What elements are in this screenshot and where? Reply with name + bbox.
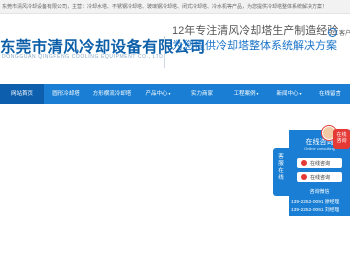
online-consult-badge-label: 在线咨询 <box>336 132 347 144</box>
qq-consult-label: 在线咨询 <box>310 175 331 181</box>
top-info-text: 东莞市清风冷却设备有限公司，主营：冷却水塔、不锈钢冷却塔、玻璃钢冷却塔、闭式冷却… <box>2 4 328 10</box>
wechat-link[interactable]: 咨询微信 <box>289 188 350 195</box>
online-consult-badge[interactable]: 在线咨询 <box>333 129 350 149</box>
nav-item-home[interactable]: 网站首页 <box>0 84 44 104</box>
main-nav: 网站首页 圆形冷却塔 方形横流冷却塔 产品中心▾ 实力商家 工程案例▾ 新闻中心… <box>0 84 350 104</box>
top-info-bar: 东莞市清风冷却设备有限公司，主营：冷却水塔、不锈钢冷却塔、玻璃钢冷却塔、闭式冷却… <box>0 0 350 14</box>
header-divider <box>164 36 165 68</box>
phone-icon <box>328 28 337 37</box>
phone-number: 139-2252-0091 廖经理 <box>291 200 340 205</box>
nav-label: 方形横流冷却塔 <box>92 91 132 97</box>
chevron-down-icon: ▾ <box>168 91 171 96</box>
nav-item-round-tower[interactable]: 圆形冷却塔 <box>44 84 88 104</box>
chevron-down-icon: ▾ <box>299 91 302 96</box>
nav-item-cases[interactable]: 工程案例▾ <box>224 84 268 104</box>
nav-label: 网站首页 <box>10 91 33 97</box>
qq-icon <box>301 160 307 166</box>
nav-label: 实力商家 <box>190 91 213 97</box>
phone-number: 139-2252-0061 刘经理 <box>291 208 340 213</box>
nav-label: 产品中心 <box>145 91 168 97</box>
nav-item-products[interactable]: 产品中心▾ <box>136 84 180 104</box>
nav-label: 新闻中心 <box>276 91 299 97</box>
nav-item-message[interactable]: 在线留言 <box>310 84 350 104</box>
nav-label: 工程案例 <box>233 91 256 97</box>
hotline-label: 客户 <box>339 31 350 37</box>
customer-service-tab[interactable]: 客服在线 <box>273 148 289 196</box>
nav-item-square-tower[interactable]: 方形横流冷却塔 <box>88 84 136 104</box>
qq-icon <box>301 174 307 180</box>
qq-consult-button[interactable]: 在线咨询 <box>297 172 342 182</box>
nav-label: 圆形冷却塔 <box>52 91 80 97</box>
wechat-label: 咨询微信 <box>309 189 330 195</box>
page: 东莞市清风冷却设备有限公司，主营：冷却水塔、不锈钢冷却塔、玻璃钢冷却塔、闭式冷却… <box>0 0 350 263</box>
customer-service-tab-label: 客服在线 <box>278 154 284 181</box>
slogan-line-2: 为您提供冷却塔整体系统解决方案 <box>172 40 337 52</box>
qq-consult-button[interactable]: 在线咨询 <box>297 158 342 168</box>
nav-label: 在线留言 <box>318 91 341 97</box>
nav-item-merchants[interactable]: 实力商家 <box>180 84 224 104</box>
qq-consult-label: 在线咨询 <box>310 161 331 167</box>
company-logo-name-en: DONGGUAN QINGFENG COOLING EQUIPMENT CO.,… <box>2 54 166 60</box>
chevron-down-icon: ▾ <box>256 91 259 96</box>
nav-item-news[interactable]: 新闻中心▾ <box>268 84 310 104</box>
slogan-line-1: 12年专注清风冷却塔生产制造经验 <box>172 25 339 37</box>
